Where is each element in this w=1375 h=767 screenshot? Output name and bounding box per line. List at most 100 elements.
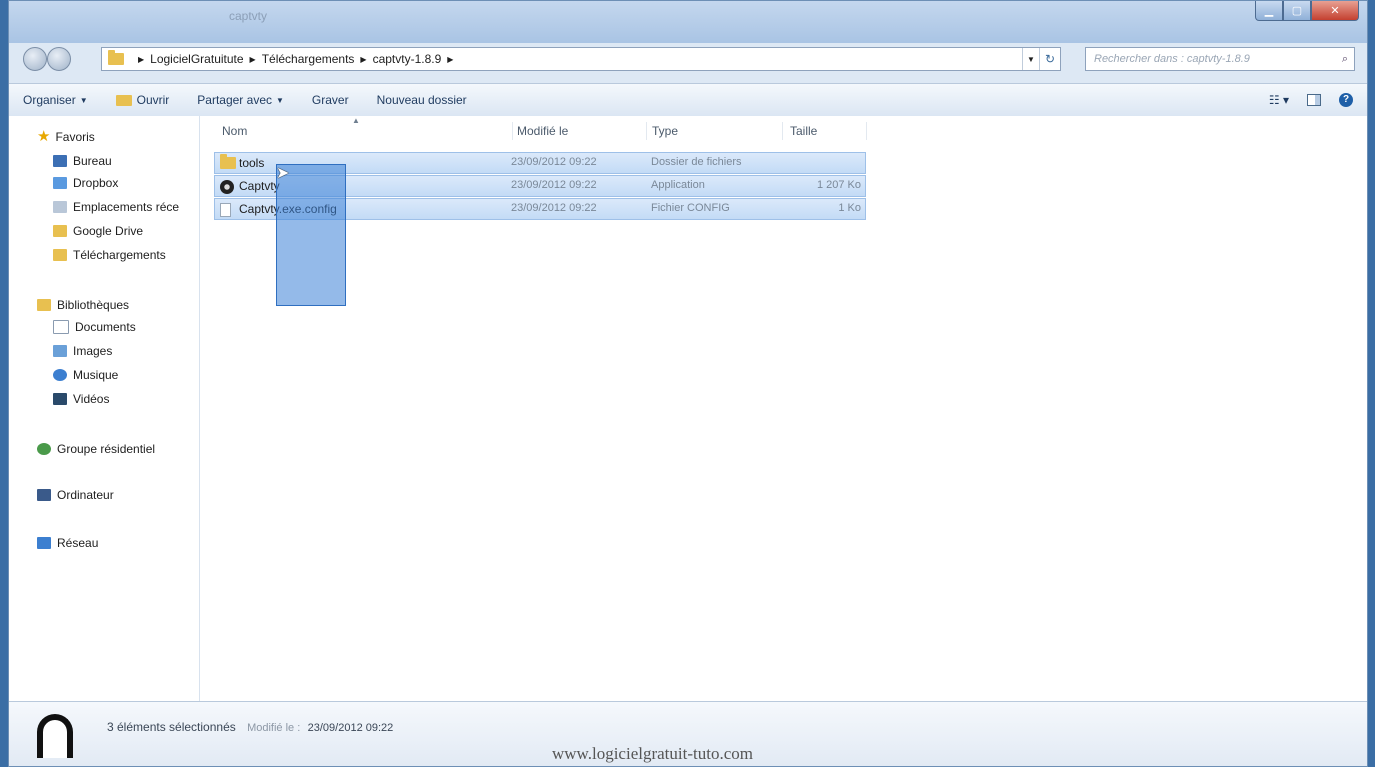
close-button[interactable]: ✕ [1311,1,1359,21]
preview-pane-icon[interactable] [1307,94,1321,106]
help-icon[interactable]: ? [1339,93,1353,107]
open-button[interactable]: Ouvrir [115,93,170,107]
history-dropdown-icon[interactable]: ▼ [1022,48,1039,70]
nav-label: Emplacements réce [73,200,180,214]
breadcrumb-item[interactable]: Téléchargements [262,52,355,66]
file-name: tools [239,156,265,170]
config-file-icon [220,203,231,217]
chevron-down-icon: ▼ [276,95,284,105]
chevron-down-icon: ▼ [79,95,88,105]
column-divider[interactable] [512,122,513,140]
nav-item-images[interactable]: Images [53,344,112,358]
file-modified: 23/09/2012 09:22 [511,202,597,214]
nav-label: Groupe résidentiel [57,442,156,456]
breadcrumb-item[interactable]: captvty-1.8.9 [373,52,442,66]
column-divider[interactable] [866,122,867,140]
selection-summary: 3 éléments sélectionnés Modifié le : 23/… [107,720,393,734]
minimize-button[interactable]: ▁ [1255,1,1283,21]
column-header-name[interactable]: Nom [222,124,247,138]
nav-label: Documents [75,320,136,334]
nav-label: Réseau [57,536,99,550]
modified-value: 23/09/2012 09:22 [307,722,394,734]
search-icon[interactable]: ⌕ [1342,53,1348,66]
explorer-window: captvty ▁ ▢ ✕ ▶ LogicielGratuitute ▶ Tél… [8,0,1368,767]
column-header-size[interactable]: Taille [790,124,817,138]
breadcrumb-item[interactable]: LogicielGratuitute [150,52,243,66]
nav-network[interactable]: Réseau [37,536,98,550]
file-modified: 23/09/2012 09:22 [511,156,597,168]
dropbox-icon [53,177,67,189]
libraries-icon [37,299,51,311]
nav-label: Ordinateur [57,488,114,502]
burn-button[interactable]: Graver [312,93,349,107]
search-input[interactable]: Rechercher dans : captvty-1.8.9 ⌕ [1085,47,1355,71]
selection-thumbnail-icon [37,714,73,758]
chevron-right-icon[interactable]: ▶ [447,55,453,64]
organize-button[interactable]: Organiser ▼ [23,93,88,107]
column-divider[interactable] [646,122,647,140]
share-button[interactable]: Partager avec ▼ [197,93,284,107]
mouse-cursor-icon: ➤ [276,165,290,182]
file-list[interactable]: Nom ▲ Modifié le Type Taille tools 23/09… [200,116,1367,702]
desktop-icon [53,155,67,167]
file-size: 1 Ko [838,202,861,214]
new-folder-button[interactable]: Nouveau dossier [377,93,467,107]
nav-favorites[interactable]: ★ Favoris [37,129,95,144]
nav-libraries[interactable]: Bibliothèques [37,298,129,312]
share-label: Partager avec [197,93,272,107]
nav-label: Bureau [73,154,112,168]
selected-count: 3 éléments sélectionnés [107,720,236,734]
nav-item-dropbox[interactable]: Dropbox [53,176,118,190]
nav-homegroup[interactable]: Groupe résidentiel [37,442,155,456]
chevron-right-icon[interactable]: ▶ [138,55,144,64]
view-controls: ☷ ▾ ? [1251,93,1353,107]
refresh-icon[interactable]: ↻ [1039,48,1060,70]
nav-label: Dropbox [73,176,119,190]
nav-item-recent-places[interactable]: Emplacements réce [53,200,179,214]
folder-icon [220,154,236,169]
nav-item-google-drive[interactable]: Google Drive [53,224,143,238]
nav-label: Vidéos [73,392,110,406]
back-button[interactable] [23,47,47,71]
forward-button[interactable] [47,47,71,71]
nav-item-videos[interactable]: Vidéos [53,392,109,406]
app-icon [220,180,234,194]
view-options-icon[interactable]: ☷ ▾ [1269,93,1289,107]
command-bar: Organiser ▼ Ouvrir Partager avec ▼ Grave… [9,83,1367,117]
modified-label: Modifié le : [247,722,301,734]
computer-icon [37,489,51,501]
maximize-button[interactable]: ▢ [1283,1,1311,21]
burn-label: Graver [311,93,349,107]
homegroup-icon [37,443,51,455]
window-title: captvty [229,9,268,23]
nav-item-bureau[interactable]: Bureau [53,154,112,168]
documents-icon [53,320,69,334]
nav-label: Images [73,344,113,358]
nav-item-music[interactable]: Musique [53,368,118,382]
open-label: Ouvrir [136,93,170,107]
nav-computer[interactable]: Ordinateur [37,488,114,502]
nav-item-downloads[interactable]: Téléchargements [53,248,166,262]
images-icon [53,345,67,357]
title-bar[interactable]: captvty ▁ ▢ ✕ [9,1,1367,43]
column-header-modified[interactable]: Modifié le [517,124,568,138]
chevron-right-icon[interactable]: ▶ [360,55,366,64]
navigation-pane: ★ Favoris Bureau Dropbox Emplacements ré… [9,116,200,702]
network-icon [37,537,51,549]
address-bar[interactable]: ▶ LogicielGratuitute ▶ Téléchargements ▶… [101,47,1061,71]
nav-item-documents[interactable]: Documents [53,320,136,334]
search-placeholder: Rechercher dans : captvty-1.8.9 [1094,53,1250,65]
organize-label: Organiser [23,93,76,107]
column-header-type[interactable]: Type [652,124,678,138]
file-name: Captvty [239,179,280,193]
window-controls: ▁ ▢ ✕ [1255,1,1359,21]
file-modified: 23/09/2012 09:22 [511,179,597,191]
recent-places-icon [53,201,67,213]
column-divider[interactable] [782,122,783,140]
address-actions: ▼ ↻ [1022,48,1060,70]
folder-icon [108,50,124,65]
chevron-right-icon[interactable]: ▶ [250,55,256,64]
file-type: Fichier CONFIG [651,202,730,214]
folder-icon [53,225,67,237]
nav-label: Google Drive [73,224,144,238]
